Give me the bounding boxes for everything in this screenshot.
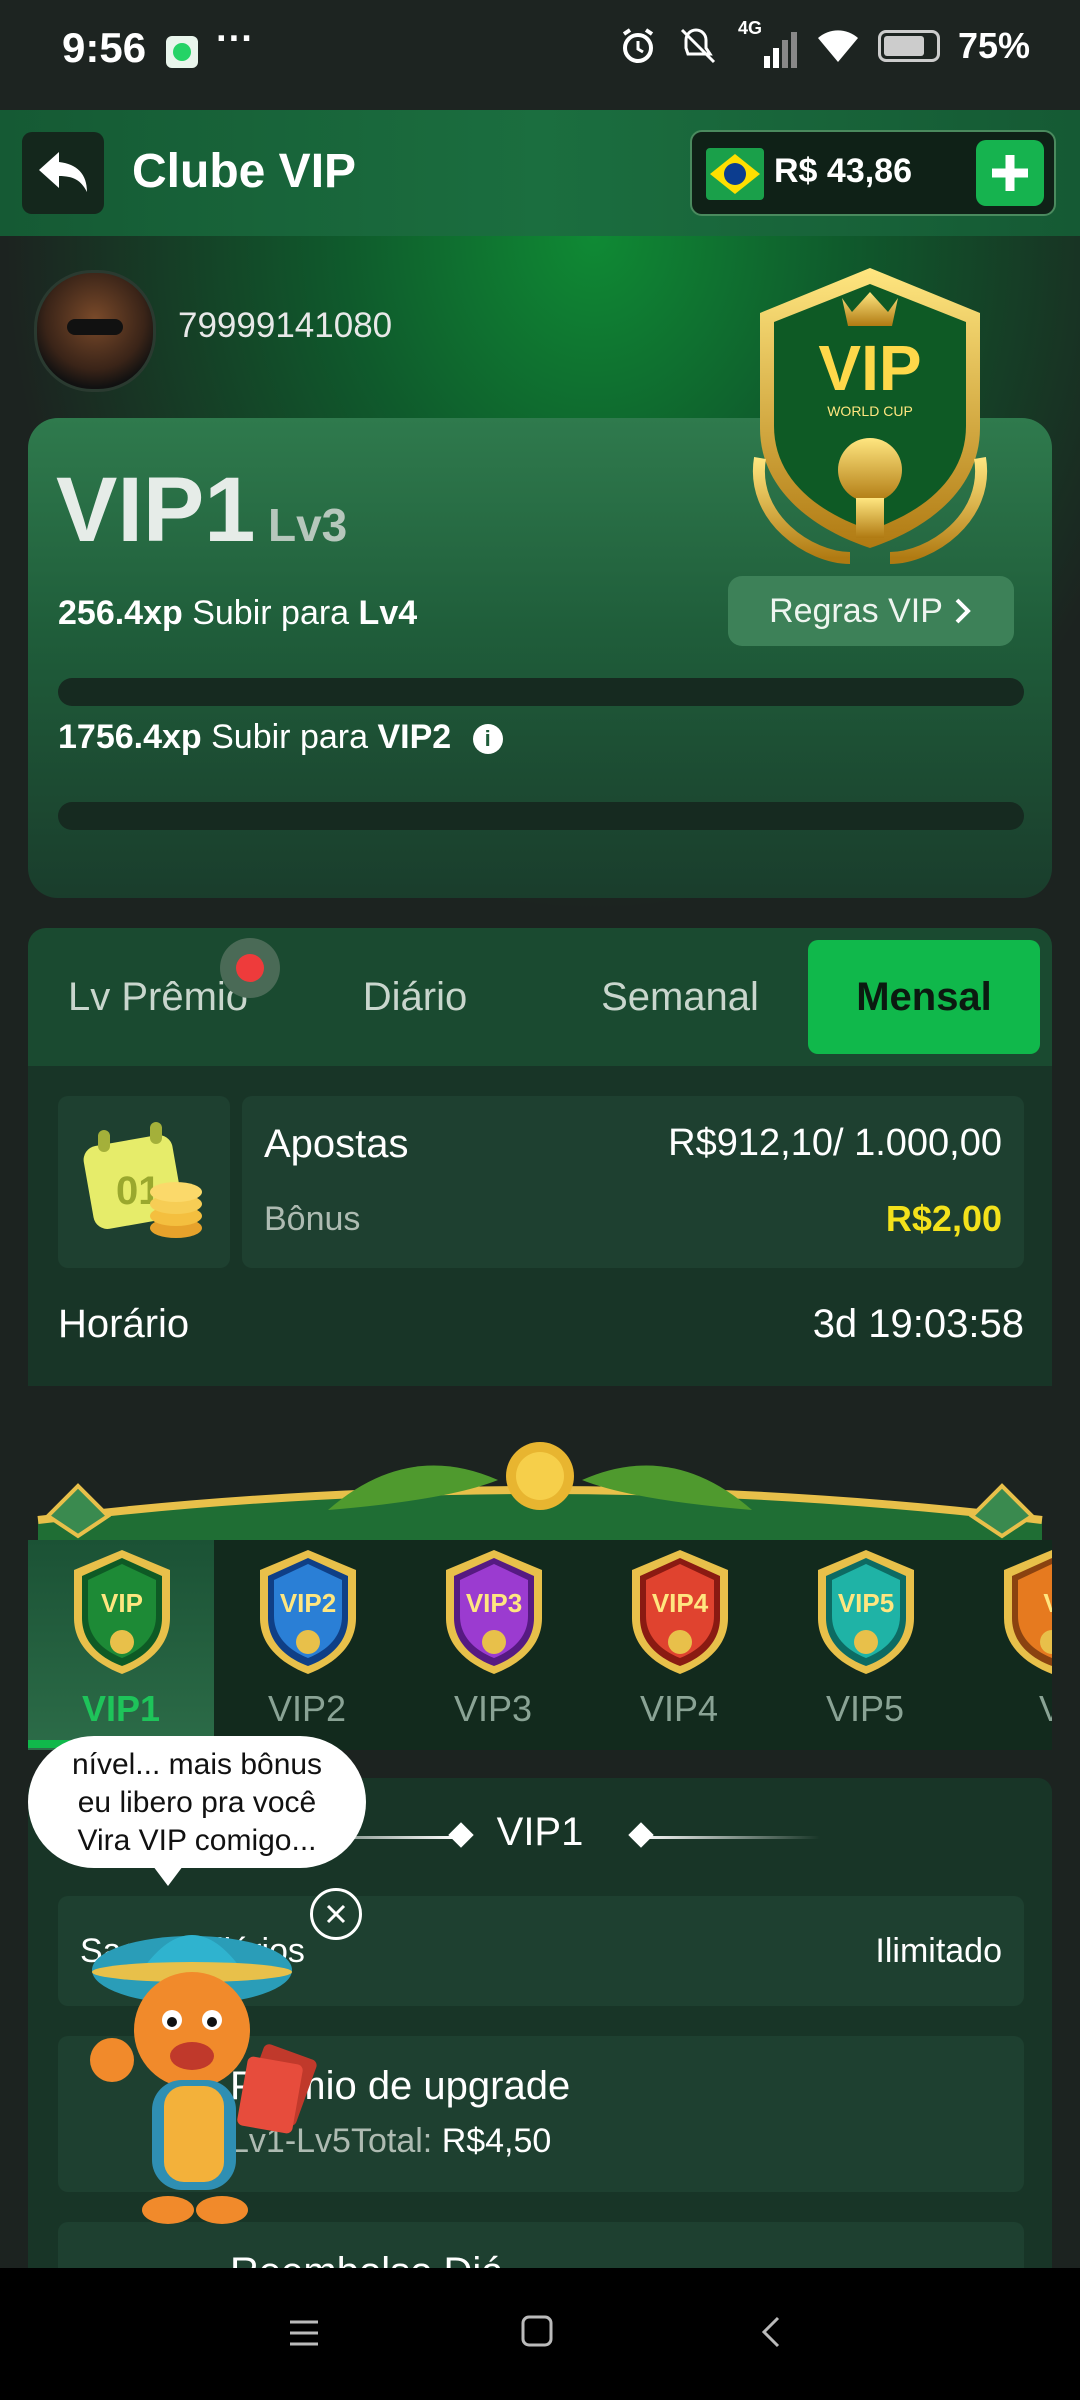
tiger-mascot-icon[interactable] <box>72 1910 372 2240</box>
vip-level-badge-text: VIP <box>101 1588 143 1618</box>
bubble-line: eu libero pra você <box>77 1786 317 1819</box>
vip-level-badge-icon: VIP5 <box>818 1550 914 1674</box>
bonus-label: Bônus <box>264 1200 361 1238</box>
vip-level-badge-icon: V <box>1004 1550 1052 1674</box>
calendar-coins-icon: 01 <box>83 1122 202 1238</box>
status-time: 9:56 <box>62 24 147 71</box>
vip-level-badge-text: VIP4 <box>652 1588 709 1618</box>
countdown: 3d 19:03:58 <box>812 1302 1024 1346</box>
alarm-icon <box>622 28 654 63</box>
avatar[interactable] <box>34 270 156 392</box>
vip-level-tab-3[interactable]: VIP3 VIP3 <box>400 1540 586 1750</box>
xp-level-target: Lv4 <box>358 594 418 632</box>
vip-progress-bar <box>58 802 1024 830</box>
info-icon[interactable]: i <box>472 724 503 755</box>
svg-text:VIP: VIP <box>818 332 921 404</box>
vip-rules-button[interactable]: Regras VIP <box>728 576 1014 646</box>
xp-level-line: 256.4xp Subir para Lv4 <box>58 594 417 633</box>
title-decoration-right <box>640 1836 820 1839</box>
task-box: Apostas R$912,10/ 1.000,00 Bônus R$2,00 <box>242 1096 1024 1268</box>
vip-level-badge-text: VIP3 <box>466 1588 522 1618</box>
vip-level-badge-text: V <box>1043 1588 1052 1618</box>
vip-level: VIP1 <box>56 459 256 561</box>
mascot-speech-bubble: nível... mais bônus eu libero pra você V… <box>28 1736 366 1868</box>
bubble-line: Vira VIP comigo... <box>77 1824 317 1857</box>
level-banner-ornament <box>37 1442 1043 1550</box>
notification-dot <box>220 938 280 998</box>
xp-level-text: Subir para <box>192 594 350 632</box>
recent-apps-icon[interactable] <box>288 2318 320 2348</box>
vip-level-name: VIP1 <box>81 1688 161 1729</box>
vip-sublevel: Lv3 <box>268 499 348 551</box>
vip-level-name: VIP3 <box>453 1688 533 1729</box>
vip-level-name: V <box>1038 1688 1052 1729</box>
xp-vip-text: Subir para <box>211 718 368 756</box>
xp-vip-line: 1756.4xp Subir para VIP2 i <box>58 718 503 757</box>
vip-level-badge-icon: VIP4 <box>632 1550 728 1674</box>
bubble-tail <box>150 1862 186 1886</box>
vip-level-badge-icon: VIP2 <box>260 1550 356 1674</box>
vip-level-tab-2[interactable]: VIP2 VIP2 <box>214 1540 400 1750</box>
svg-text:WORLD CUP: WORLD CUP <box>827 403 913 419</box>
vip-level-tab-6[interactable]: VV <box>958 1540 1052 1750</box>
balance-box: R$ 43,86 <box>690 130 1056 216</box>
vip-level-tab-4[interactable]: VIP4 VIP4 <box>586 1540 772 1750</box>
xp-level-value: 256.4xp <box>58 594 183 632</box>
bubble-line: nível... mais bônus <box>71 1748 323 1781</box>
tab-mensal[interactable]: Mensal <box>808 940 1040 1054</box>
back-button[interactable] <box>22 132 104 214</box>
vip-rules-label: Regras VIP <box>769 591 943 630</box>
level-progress-bar <box>58 678 1024 706</box>
balance-value: R$ 43,86 <box>774 152 912 190</box>
task-amount: R$912,10/ 1.000,00 <box>668 1122 1002 1164</box>
chevron-right-icon <box>955 598 971 624</box>
vip-level-name: VIP2 <box>267 1688 347 1729</box>
vip-level-strip: VIP VIP1 VIP2 VIP2 VIP3 VIP3 VIP4 VIP4 VIP5 VIP5 V… <box>28 1540 1052 1750</box>
battery-icon <box>877 30 940 62</box>
vip-badge-icon: VIP WORLD CUP <box>752 268 988 564</box>
status-bar: 9:56 ··· 4G 75% <box>0 0 1080 110</box>
vip-level-name: VIP5 <box>825 1688 905 1729</box>
task-panel: 01 Apostas R$912,10/ 1.000,00 Bônus R$2,… <box>28 1066 1052 1386</box>
brazil-flag-icon <box>706 148 764 200</box>
back-nav-icon[interactable] <box>758 2314 782 2350</box>
vip-level-badge-text: VIP5 <box>838 1588 894 1618</box>
user-phone: 79999141080 <box>178 306 393 345</box>
battery-level: 75% <box>957 25 1030 66</box>
back-arrow-icon <box>39 152 87 192</box>
vip-level-badge-icon: VIP <box>74 1550 170 1674</box>
vip-level-name: VIP4 <box>639 1688 719 1729</box>
xp-vip-target: VIP2 <box>377 718 452 756</box>
deposit-button[interactable] <box>976 140 1044 206</box>
bonus-value: R$2,00 <box>885 1198 1002 1239</box>
system-nav-bar <box>0 2268 1080 2400</box>
reward-tabs: Lv Prêmio Diário Semanal Mensal <box>28 928 1052 1066</box>
more-notifications-icon: ··· <box>216 18 254 60</box>
task-icon-box: 01 <box>58 1096 230 1268</box>
benefit-value: Ilimitado <box>875 1932 1002 1970</box>
time-label: Horário <box>58 1302 190 1346</box>
plus-icon <box>992 155 1028 191</box>
signal-icon: 4G <box>738 18 798 68</box>
vip-level-badge-icon: VIP3 <box>446 1550 542 1674</box>
task-title: Apostas <box>264 1122 409 1166</box>
header: Clube VIP R$ 43,86 <box>0 110 1080 236</box>
tab-semanal[interactable]: Semanal <box>550 928 810 1066</box>
whatsapp-icon <box>166 36 198 68</box>
status-right: 4G 75% <box>618 18 1030 68</box>
vip-level-badge-text: VIP2 <box>280 1588 336 1618</box>
home-icon[interactable] <box>520 2314 554 2348</box>
wifi-icon <box>817 30 858 62</box>
mute-icon <box>680 28 715 64</box>
page-title: Clube VIP <box>132 145 357 198</box>
vip-level-tab-5[interactable]: VIP5 VIP5 <box>772 1540 958 1750</box>
tab-diario[interactable]: Diário <box>290 928 540 1066</box>
vip-level-tab-1[interactable]: VIP VIP1 <box>28 1540 214 1750</box>
vip-hero: 79999141080 VIP1 Lv3 Regras VIP 256.4xp … <box>0 236 1080 916</box>
xp-vip-value: 1756.4xp <box>58 718 202 756</box>
